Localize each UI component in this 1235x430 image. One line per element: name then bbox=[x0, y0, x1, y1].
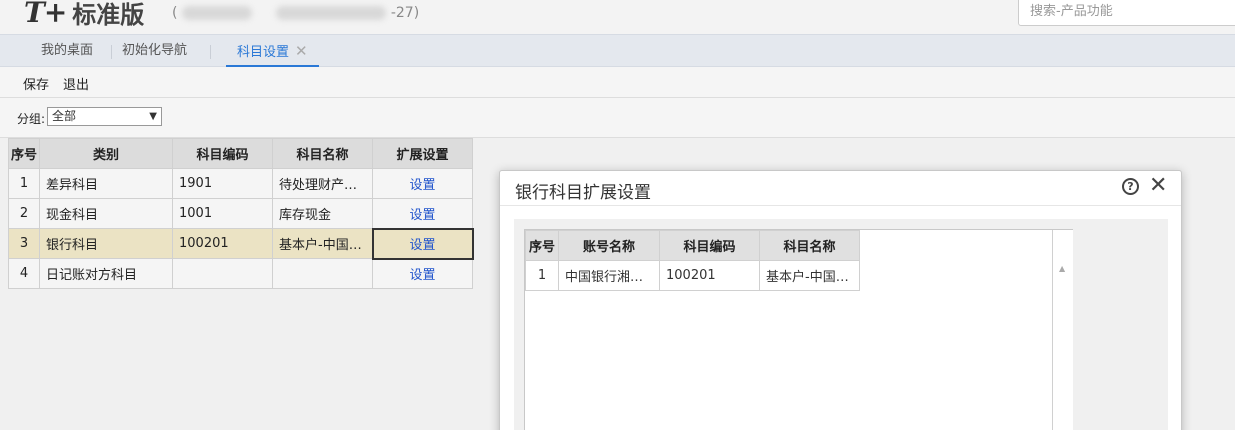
tab-divider bbox=[111, 45, 112, 59]
search-input[interactable]: 搜索-产品功能 bbox=[1018, 0, 1235, 26]
row-code bbox=[172, 258, 273, 289]
col-header: 科目名称 bbox=[272, 138, 373, 169]
tab-my-desktop[interactable]: 我的桌面 bbox=[41, 35, 93, 67]
tab-label: 初始化导航 bbox=[122, 43, 188, 58]
app-logo: T+ 标准版 bbox=[24, 0, 144, 30]
tab-label: 我的桌面 bbox=[41, 43, 94, 58]
tab-init-guide[interactable]: 初始化导航 bbox=[122, 35, 187, 67]
save-button[interactable]: 保存 bbox=[23, 74, 49, 93]
row-number: 1 bbox=[8, 168, 40, 199]
settings-link[interactable]: 设置 bbox=[371, 227, 474, 260]
table-header: 序号 账号名称 科目编码 科目名称 bbox=[525, 230, 860, 261]
col-header: 类别 bbox=[39, 138, 173, 169]
chevron-down-icon: ▼ bbox=[149, 111, 157, 122]
row-number: 3 bbox=[8, 228, 40, 259]
help-icon[interactable]: ? bbox=[1122, 178, 1139, 195]
filter-bar: 分组: 全部 ▼ bbox=[0, 98, 1235, 138]
settings-link[interactable]: 设置 bbox=[372, 258, 473, 289]
group-select-value: 全部 bbox=[52, 109, 77, 123]
settings-link[interactable]: 设置 bbox=[372, 168, 473, 199]
close-icon[interactable]: ✕ bbox=[1149, 173, 1167, 198]
exit-button[interactable]: 退出 bbox=[63, 74, 89, 93]
tab-subject-settings[interactable]: 科目设置 ✕ bbox=[226, 35, 319, 68]
table-row[interactable]: 4 日记账对方科目 设置 bbox=[8, 258, 473, 289]
close-icon[interactable]: ✕ bbox=[295, 42, 308, 60]
row-name bbox=[272, 258, 373, 289]
table-row[interactable]: 1 中国银行湘… 100201 基本户-中国… bbox=[525, 260, 860, 291]
group-label: 分组: bbox=[17, 112, 46, 126]
vertical-scrollbar[interactable]: ▲ bbox=[1052, 230, 1073, 430]
scroll-up-icon[interactable]: ▲ bbox=[1059, 264, 1065, 273]
bank-account-table: 序号 账号名称 科目编码 科目名称 1 中国银行湘… 100201 基本户-中国… bbox=[525, 230, 860, 291]
bank-account-grid: 序号 账号名称 科目编码 科目名称 1 中国银行湘… 100201 基本户-中国… bbox=[524, 229, 1073, 430]
row-category: 日记账对方科目 bbox=[39, 258, 173, 289]
company-prefix: ( bbox=[172, 5, 178, 21]
dialog-body: 序号 账号名称 科目编码 科目名称 1 中国银行湘… 100201 基本户-中国… bbox=[514, 219, 1168, 430]
redacted-date bbox=[276, 6, 387, 20]
row-number: 1 bbox=[525, 260, 559, 291]
table-row-selected[interactable]: 3 银行科目 100201 基本户-中国… 设置 bbox=[8, 227, 474, 260]
row-code: 100201 bbox=[172, 228, 273, 259]
tab-bar: 我的桌面 初始化导航 科目设置 ✕ bbox=[0, 34, 1235, 68]
company-suffix: -27) bbox=[390, 5, 420, 21]
settings-link[interactable]: 设置 bbox=[372, 198, 473, 229]
row-number: 4 bbox=[8, 258, 40, 289]
row-account: 中国银行湘… bbox=[558, 260, 660, 291]
col-header: 序号 bbox=[8, 138, 40, 169]
row-code: 1001 bbox=[172, 198, 273, 229]
top-header: T+ 标准版 ( -27) 搜索-产品功能 bbox=[0, 0, 1235, 34]
tab-label: 科目设置 bbox=[237, 45, 290, 60]
table-row[interactable]: 2 现金科目 1001 库存现金 设置 bbox=[8, 198, 473, 229]
bank-subject-dialog: 银行科目扩展设置 ? ✕ 序号 账号名称 科目编码 科目名称 1 中国银行湘… … bbox=[499, 170, 1182, 430]
row-code: 1901 bbox=[172, 168, 273, 199]
col-header: 科目编码 bbox=[659, 230, 760, 261]
row-name: 待处理财产… bbox=[272, 168, 373, 199]
divider bbox=[500, 205, 1181, 206]
table-header: 序号 类别 科目编码 科目名称 扩展设置 bbox=[8, 138, 473, 169]
redacted-company bbox=[181, 6, 252, 20]
col-header: 序号 bbox=[525, 230, 559, 261]
dialog-title: 银行科目扩展设置 bbox=[515, 183, 651, 203]
logo-mark: T+ bbox=[24, 0, 67, 29]
col-header: 扩展设置 bbox=[372, 138, 473, 169]
row-category: 差异科目 bbox=[39, 168, 173, 199]
col-header: 账号名称 bbox=[558, 230, 660, 261]
col-header: 科目名称 bbox=[759, 230, 860, 261]
toolbar: 保存 退出 bbox=[0, 67, 1235, 98]
subject-table: 序号 类别 科目编码 科目名称 扩展设置 1 差异科目 1901 待处理财产… … bbox=[8, 138, 474, 289]
row-name: 库存现金 bbox=[272, 198, 373, 229]
row-name: 基本户-中国… bbox=[759, 260, 860, 291]
row-category: 银行科目 bbox=[39, 228, 173, 259]
row-category: 现金科目 bbox=[39, 198, 173, 229]
row-code: 100201 bbox=[659, 260, 760, 291]
logo-text: 标准版 bbox=[72, 0, 145, 29]
company-info: ( -27) bbox=[172, 5, 419, 21]
row-name: 基本户-中国… bbox=[272, 228, 373, 259]
row-number: 2 bbox=[8, 198, 40, 229]
group-select[interactable]: 全部 ▼ bbox=[47, 107, 162, 126]
tab-divider bbox=[210, 45, 211, 59]
table-row[interactable]: 1 差异科目 1901 待处理财产… 设置 bbox=[8, 168, 473, 199]
col-header: 科目编码 bbox=[172, 138, 273, 169]
